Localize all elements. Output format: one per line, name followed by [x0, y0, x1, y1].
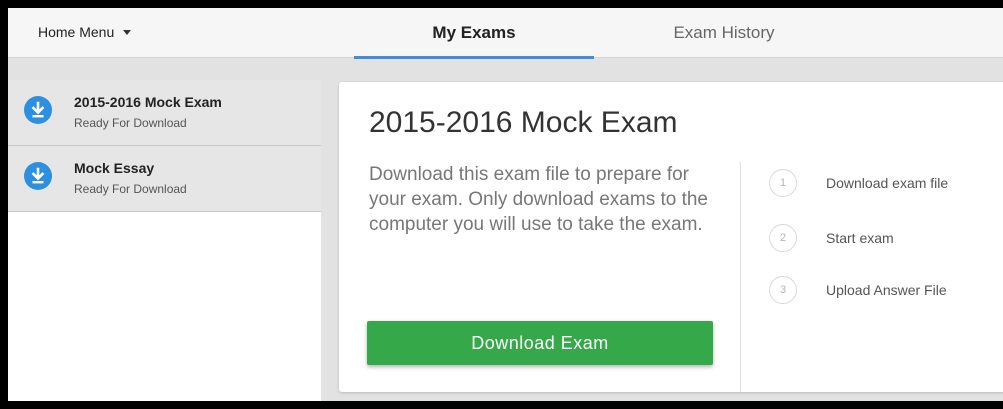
- home-menu-label: Home Menu: [38, 24, 115, 40]
- exam-title: 2015-2016 Mock Exam: [74, 94, 222, 110]
- download-icon: [24, 96, 52, 124]
- exam-title: Mock Essay: [74, 160, 155, 176]
- exam-status: Ready For Download: [74, 116, 187, 130]
- step-number: 3: [769, 276, 797, 304]
- step-item: 1 Download exam file: [769, 168, 948, 198]
- step-label: Upload Answer File: [826, 282, 947, 298]
- divider: [740, 162, 741, 392]
- step-label: Start exam: [826, 230, 894, 246]
- tab-exam-history[interactable]: Exam History: [624, 8, 824, 58]
- exam-description: Download this exam file to prepare for y…: [369, 164, 709, 235]
- tab-my-exams-label: My Exams: [432, 23, 516, 42]
- active-tab-indicator: [354, 56, 594, 59]
- exam-detail-card: 2015-2016 Mock Exam Download this exam f…: [339, 82, 1003, 392]
- exam-status: Ready For Download: [74, 182, 187, 196]
- home-menu-dropdown[interactable]: Home Menu: [38, 24, 132, 40]
- caret-down-icon: [123, 29, 132, 35]
- step-number: 1: [769, 169, 797, 197]
- app-window: Home Menu My Exams Exam History 2015-201…: [8, 8, 1003, 401]
- tab-exam-history-label: Exam History: [673, 23, 775, 42]
- exam-list-sidebar: 2015-2016 Mock Exam Ready For Download M…: [8, 80, 321, 401]
- download-icon: [24, 162, 52, 190]
- top-nav-bar: Home Menu My Exams Exam History: [8, 8, 1003, 59]
- exam-list-item[interactable]: 2015-2016 Mock Exam Ready For Download: [8, 80, 321, 146]
- exam-detail-title: 2015-2016 Mock Exam: [369, 106, 678, 139]
- step-number: 2: [769, 224, 797, 252]
- step-label: Download exam file: [826, 175, 949, 191]
- tab-my-exams[interactable]: My Exams: [354, 8, 594, 59]
- download-exam-button[interactable]: Download Exam: [367, 321, 713, 365]
- exam-list-item[interactable]: Mock Essay Ready For Download: [8, 146, 321, 212]
- step-item: 2 Start exam: [769, 223, 894, 253]
- step-item: 3 Upload Answer File: [769, 275, 947, 305]
